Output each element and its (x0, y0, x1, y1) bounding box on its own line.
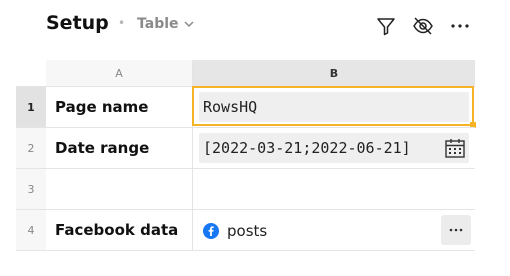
cell-more-button[interactable] (441, 215, 471, 245)
cell-a3[interactable] (46, 169, 193, 209)
column-header-b[interactable]: B (193, 60, 475, 86)
cell-a1[interactable]: Page name (46, 87, 193, 127)
eye-off-icon (413, 17, 433, 35)
table-header: Setup • Table (0, 0, 510, 56)
chevron-down-icon (183, 21, 194, 28)
table-row: 3 (16, 169, 475, 209)
cell-b2[interactable]: [2022-03-21;2022-06-21] (193, 128, 475, 168)
view-type-label: Table (137, 16, 179, 32)
grid-corner (16, 60, 46, 86)
page-name-input[interactable]: RowsHQ (199, 92, 469, 122)
facebook-data-value: posts (227, 222, 268, 240)
table-title: Setup (46, 12, 109, 34)
divider (16, 250, 475, 251)
spreadsheet-grid: A B 1 Page name RowsHQ 2 Date range [202… (16, 60, 476, 252)
row-number[interactable]: 1 (16, 87, 46, 127)
more-horizontal-icon (451, 24, 469, 28)
table-row: 2 Date range [2022-03-21;2022-06-21] (16, 128, 475, 168)
calendar-icon[interactable] (444, 137, 466, 159)
row-number[interactable]: 3 (16, 169, 46, 209)
filter-button[interactable] (374, 14, 398, 38)
row-number[interactable]: 4 (16, 210, 46, 250)
row-number[interactable]: 2 (16, 128, 46, 168)
title-separator: • (118, 16, 126, 30)
cell-b1[interactable]: RowsHQ (192, 86, 476, 128)
cell-a4[interactable]: Facebook data (46, 210, 193, 250)
date-range-input[interactable]: [2022-03-21;2022-06-21] (199, 133, 469, 163)
page-name-value: RowsHQ (203, 98, 258, 116)
cell-b4[interactable]: posts (193, 210, 475, 250)
facebook-data-chip: posts (203, 222, 267, 240)
view-type-dropdown[interactable]: Table (137, 16, 195, 32)
hide-fields-button[interactable] (411, 14, 435, 38)
more-horizontal-icon (449, 228, 463, 232)
facebook-icon (203, 223, 219, 239)
cell-a2[interactable]: Date range (46, 128, 193, 168)
table-row: 1 Page name RowsHQ (16, 86, 476, 128)
table-row: 4 Facebook data posts (16, 210, 475, 250)
cell-b3[interactable] (193, 169, 475, 209)
date-range-value: [2022-03-21;2022-06-21] (203, 139, 411, 157)
more-options-button[interactable] (448, 14, 472, 38)
filter-icon (377, 18, 395, 36)
column-header-a[interactable]: A (46, 60, 193, 86)
